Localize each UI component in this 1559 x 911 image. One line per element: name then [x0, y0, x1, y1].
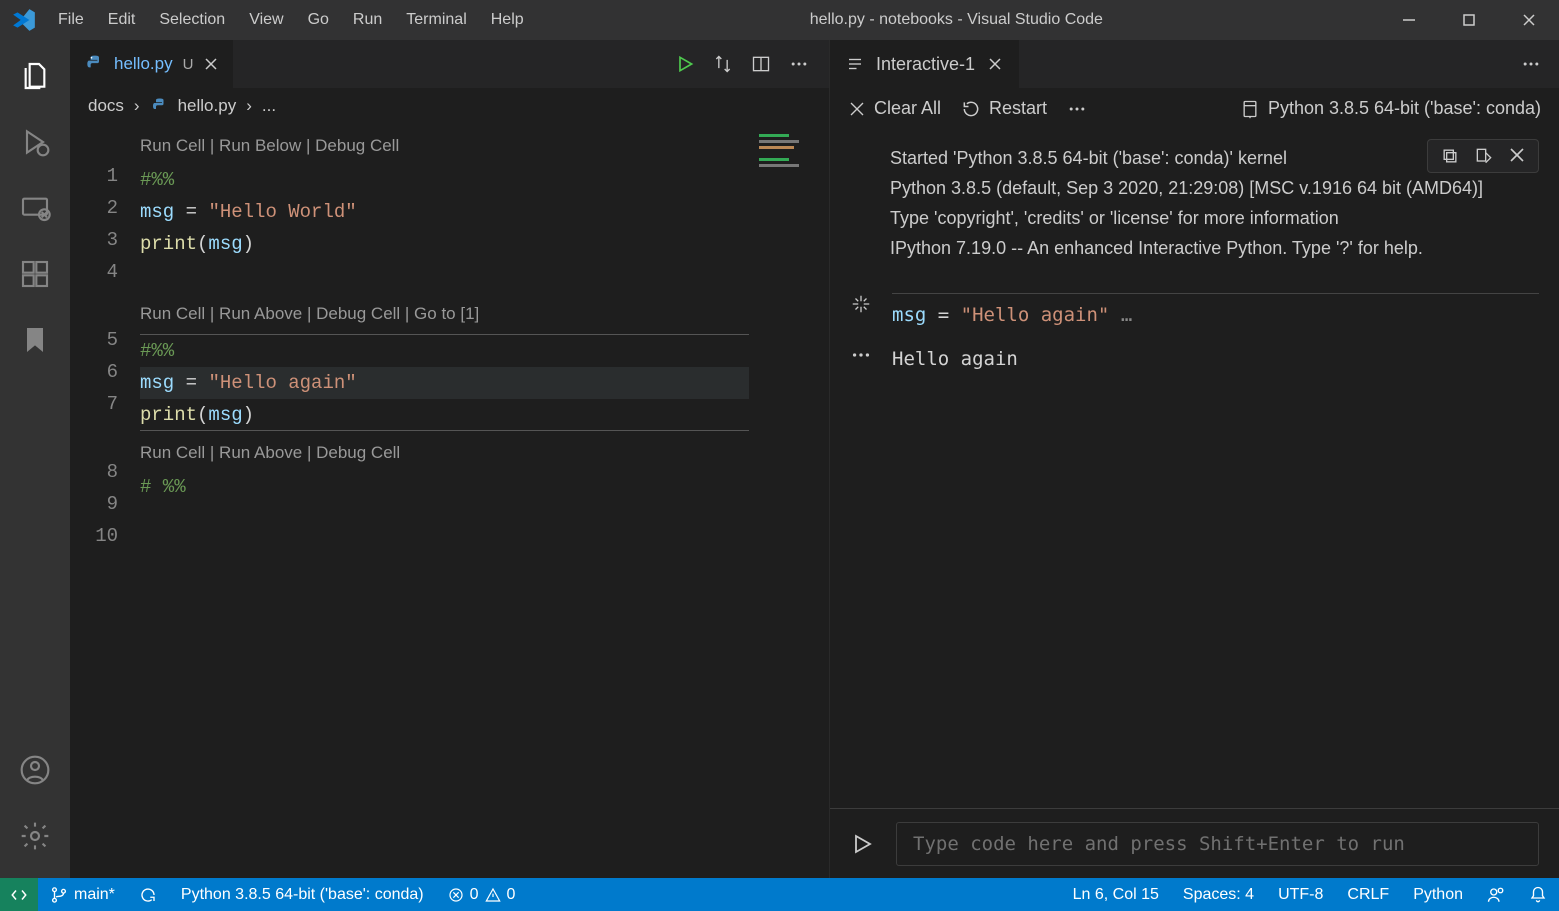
interpreter-status[interactable]: Python 3.8.5 64-bit ('base': conda)	[169, 878, 436, 911]
tab-close-icon[interactable]	[987, 56, 1003, 72]
menu-selection[interactable]: Selection	[149, 5, 235, 35]
ellipsis-icon[interactable]	[850, 344, 874, 366]
interactive-tab-label: Interactive-1	[876, 54, 975, 75]
codelens-cell-2[interactable]: Run Cell | Run Above | Debug Cell | Go t…	[140, 296, 829, 335]
editor-group-right: Interactive-1 Clear All Restart	[830, 40, 1559, 878]
compare-changes-icon[interactable]	[713, 54, 733, 74]
editor-tab-hello-py[interactable]: hello.py U	[70, 40, 233, 88]
interactive-icon	[846, 55, 864, 73]
settings-gear-icon[interactable]	[11, 812, 59, 860]
menu-view[interactable]: View	[239, 5, 293, 35]
interactive-output[interactable]: Started 'Python 3.8.5 64-bit ('base': co…	[830, 129, 1559, 808]
menu-help[interactable]: Help	[481, 5, 534, 35]
interactive-tabs: Interactive-1	[830, 40, 1559, 88]
tab-modified-indicator: U	[183, 56, 194, 73]
split-editor-icon[interactable]	[751, 54, 771, 74]
maximize-button[interactable]	[1439, 0, 1499, 40]
window-controls	[1379, 0, 1559, 40]
interpreter-selector[interactable]: Python 3.8.5 64-bit ('base': conda)	[1240, 98, 1541, 119]
python-file-icon	[150, 97, 168, 115]
titlebar: File Edit Selection View Go Run Terminal…	[0, 0, 1559, 40]
cell-output: Hello again	[850, 344, 1539, 374]
line-number-gutter: 1 2 3 4 5 6 7 8 9 10	[70, 124, 140, 878]
close-button[interactable]	[1499, 0, 1559, 40]
tab-filename: hello.py	[114, 54, 173, 74]
extensions-icon[interactable]	[11, 250, 59, 298]
minimize-button[interactable]	[1379, 0, 1439, 40]
menu-run[interactable]: Run	[343, 5, 392, 35]
interactive-input-area: Type code here and press Shift+Enter to …	[830, 808, 1559, 878]
status-bar: main* Python 3.8.5 64-bit ('base': conda…	[0, 878, 1559, 911]
window-title: hello.py - notebooks - Visual Studio Cod…	[534, 11, 1379, 29]
menubar: File Edit Selection View Go Run Terminal…	[48, 5, 534, 35]
menu-file[interactable]: File	[48, 5, 94, 35]
chevron-right-icon: ›	[134, 96, 140, 116]
vscode-logo-icon	[0, 7, 48, 33]
sync-button[interactable]	[127, 878, 169, 911]
copy-icon[interactable]	[1440, 146, 1460, 166]
breadcrumb[interactable]: docs › hello.py › ...	[70, 88, 829, 124]
run-file-icon[interactable]	[675, 54, 695, 74]
run-debug-icon[interactable]	[11, 118, 59, 166]
menu-terminal[interactable]: Terminal	[396, 5, 476, 35]
breadcrumb-file[interactable]: hello.py	[178, 96, 237, 116]
goto-icon[interactable]	[1474, 146, 1494, 166]
codelens-cell-3[interactable]: Run Cell | Run Above | Debug Cell	[140, 435, 829, 471]
language-status[interactable]: Python	[1401, 878, 1475, 911]
python-file-icon	[84, 54, 104, 74]
interactive-toolbar: Clear All Restart Python 3.8.5 64-bit ('…	[830, 88, 1559, 129]
more-actions-icon[interactable]	[1521, 54, 1559, 74]
collapse-icon[interactable]	[850, 293, 874, 315]
codelens-cell-1[interactable]: Run Cell | Run Below | Debug Cell	[140, 128, 829, 164]
more-actions-icon[interactable]	[1067, 99, 1087, 119]
execute-icon[interactable]	[850, 832, 874, 856]
remote-indicator[interactable]	[0, 878, 38, 911]
restart-button[interactable]: Restart	[961, 98, 1047, 119]
chevron-right-icon: ›	[246, 96, 252, 116]
code-editor[interactable]: 1 2 3 4 5 6 7 8 9 10 Run Cell | Run Belo…	[70, 124, 829, 878]
account-icon[interactable]	[11, 746, 59, 794]
bookmark-icon[interactable]	[11, 316, 59, 364]
delete-icon[interactable]	[1508, 146, 1526, 166]
interactive-tab[interactable]: Interactive-1	[830, 40, 1019, 88]
explorer-icon[interactable]	[11, 52, 59, 100]
editor-tabs: hello.py U	[70, 40, 829, 88]
eol-status[interactable]: CRLF	[1335, 878, 1401, 911]
minimap[interactable]	[749, 124, 829, 878]
more-actions-icon[interactable]	[789, 54, 809, 74]
executed-cell: msg = "Hello again" …	[850, 293, 1539, 330]
feedback-icon[interactable]	[1475, 878, 1517, 911]
notifications-icon[interactable]	[1517, 878, 1559, 911]
tab-close-icon[interactable]	[203, 56, 219, 72]
git-branch[interactable]: main*	[38, 878, 127, 911]
indentation-status[interactable]: Spaces: 4	[1171, 878, 1266, 911]
menu-go[interactable]: Go	[298, 5, 339, 35]
editor-group-left: hello.py U docs ›	[70, 40, 830, 878]
breadcrumb-more[interactable]: ...	[262, 96, 276, 116]
problems-status[interactable]: 0 0	[436, 878, 528, 911]
menu-edit[interactable]: Edit	[98, 5, 146, 35]
activity-bar	[0, 40, 70, 878]
interactive-input[interactable]: Type code here and press Shift+Enter to …	[896, 822, 1539, 866]
cursor-position[interactable]: Ln 6, Col 15	[1061, 878, 1171, 911]
breadcrumb-folder[interactable]: docs	[88, 96, 124, 116]
encoding-status[interactable]: UTF-8	[1266, 878, 1335, 911]
clear-all-button[interactable]: Clear All	[848, 98, 941, 119]
cell-toolbar	[1427, 139, 1539, 173]
remote-explorer-icon[interactable]	[11, 184, 59, 232]
